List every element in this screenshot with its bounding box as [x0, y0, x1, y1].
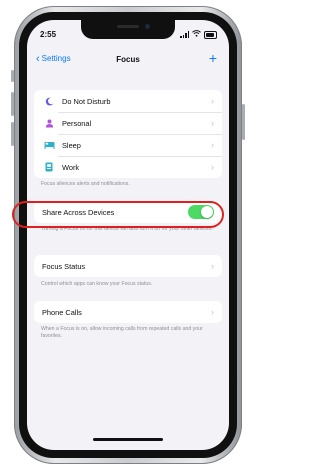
battery-icon — [204, 30, 217, 39]
camera — [145, 24, 150, 29]
focus-modes-list: Do Not Disturb › Personal › Sleep › Work… — [34, 90, 222, 178]
chevron-right-icon: › — [211, 96, 214, 106]
phone-calls-row[interactable]: Phone Calls › — [34, 301, 222, 323]
moon-icon — [42, 97, 56, 106]
phone-calls-label: Phone Calls — [42, 307, 82, 317]
home-indicator[interactable] — [93, 438, 163, 441]
wifi-icon — [192, 30, 201, 39]
focus-status-label: Focus Status — [42, 261, 86, 271]
silent-switch — [11, 70, 14, 82]
page-title: Focus — [116, 55, 140, 64]
phone-calls-group: Phone Calls › — [34, 301, 222, 323]
speaker-grill — [117, 25, 139, 28]
add-focus-button[interactable]: + — [209, 50, 217, 66]
badge-icon — [42, 162, 56, 172]
list-item-label: Work — [62, 162, 80, 172]
phone-calls-note: When a Focus is on, allow incoming calls… — [41, 326, 203, 339]
focus-status-row[interactable]: Focus Status › — [34, 255, 222, 277]
nav-bar: ‹ Settings Focus + — [27, 50, 229, 69]
list-item-sleep[interactable]: Sleep › — [34, 134, 222, 156]
side-button — [242, 104, 245, 140]
chevron-right-icon: › — [211, 261, 214, 271]
focus-status-note: Control which apps can know your Focus s… — [41, 281, 153, 287]
list-item-work[interactable]: Work › — [34, 156, 222, 178]
highlight-annotation — [12, 201, 224, 228]
volume-up-button — [11, 92, 14, 116]
status-time: 2:55 — [40, 30, 57, 39]
bed-icon — [42, 141, 56, 149]
chevron-right-icon: › — [211, 307, 214, 317]
status-icons — [180, 30, 217, 39]
chevron-right-icon: › — [211, 118, 214, 128]
list-item-do-not-disturb[interactable]: Do Not Disturb › — [34, 90, 222, 112]
volume-down-button — [11, 122, 14, 146]
focus-note: Focus silences alerts and notifications. — [41, 181, 130, 187]
chevron-right-icon: › — [211, 140, 214, 150]
list-item-label: Personal — [62, 118, 92, 128]
person-icon — [42, 119, 56, 128]
list-item-label: Do Not Disturb — [62, 96, 111, 106]
chevron-right-icon: › — [211, 162, 214, 172]
notch — [81, 20, 175, 39]
screen: 2:55 ‹ Settings Focus + Do Not Disturb › — [27, 20, 229, 450]
list-item-personal[interactable]: Personal › — [34, 112, 222, 134]
list-item-label: Sleep — [62, 140, 81, 150]
focus-status-group: Focus Status › — [34, 255, 222, 277]
signal-icon — [180, 31, 189, 38]
